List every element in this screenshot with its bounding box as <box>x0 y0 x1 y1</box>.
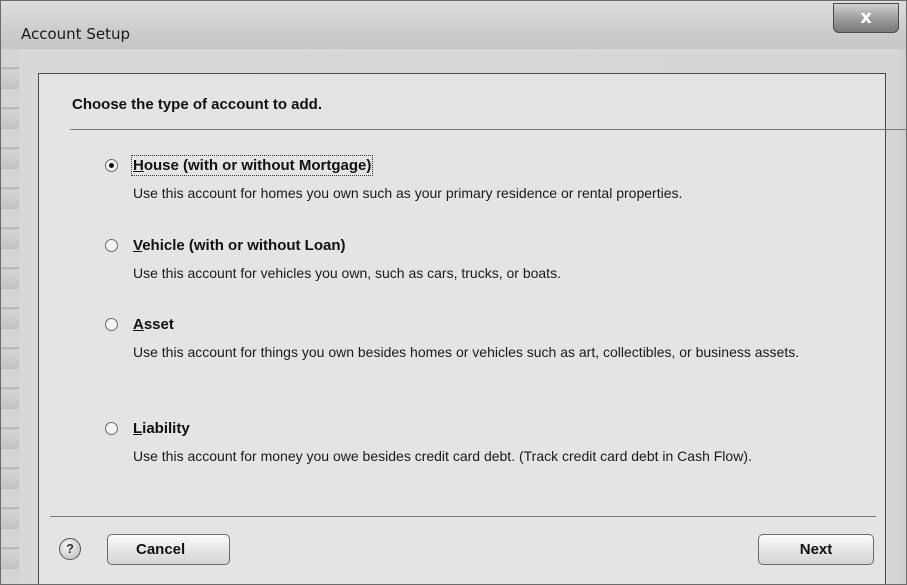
footer-divider <box>50 516 876 517</box>
asset-radio[interactable] <box>105 318 118 331</box>
page-heading: Choose the type of account to add. <box>72 96 323 113</box>
vehicle-label[interactable]: Vehicle (with or without Loan) <box>133 237 346 254</box>
account-setup-dialog: Account Setup x Choose the type of accou… <box>0 0 907 585</box>
liability-radio[interactable] <box>105 422 118 435</box>
content-panel: Choose the type of account to add. House… <box>38 73 907 584</box>
window-title: Account Setup <box>21 25 130 43</box>
heading-divider <box>70 129 907 130</box>
asset-description: Use this account for things you own besi… <box>133 344 800 360</box>
next-button-label: Next <box>799 541 833 558</box>
next-button[interactable]: Next <box>758 534 874 565</box>
vehicle-description: Use this account for vehicles you own, s… <box>133 265 561 281</box>
house-label[interactable]: House (with or without Mortgage) <box>130 155 374 176</box>
house-radio[interactable] <box>105 159 118 172</box>
cancel-button[interactable]: Cancel <box>107 534 230 565</box>
liability-description: Use this account for money you owe besid… <box>133 448 752 464</box>
background-window-edge <box>1 49 19 584</box>
cancel-button-label: Cancel <box>136 541 186 558</box>
asset-label[interactable]: Asset <box>133 316 174 333</box>
liability-label[interactable]: Liability <box>133 420 190 437</box>
close-icon: x <box>860 7 872 28</box>
vehicle-radio[interactable] <box>105 239 118 252</box>
house-description: Use this account for homes you own such … <box>133 185 683 201</box>
help-icon[interactable]: ? <box>59 538 81 560</box>
title-bar[interactable]: Account Setup x <box>1 1 906 49</box>
close-button[interactable]: x <box>833 3 899 33</box>
